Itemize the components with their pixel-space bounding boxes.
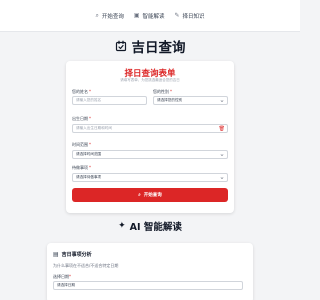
gender-select[interactable]: 请选择您的性别 <box>153 96 228 105</box>
magic-wand-icon: ✦ <box>118 221 126 231</box>
time-range-select[interactable]: 请选择时间范围 <box>72 150 228 159</box>
ai-card-header: ▤ 吉日事项分析 <box>53 251 92 258</box>
brain-icon: ▣ <box>133 11 140 19</box>
nav-item-start-query[interactable]: ⌕ 开始查询 <box>95 12 123 20</box>
ai-section-title-row: ✦ AI 智能解读 <box>0 219 300 233</box>
birth-placeholder: 请输入出生日期和时间 <box>76 126 112 130</box>
page-title-row: 吉日查询 <box>0 36 300 56</box>
date-select-value: 请选择日期 <box>57 283 75 287</box>
nav-item-label: 智能解读 <box>142 13 165 20</box>
nav-item-ai-interpret[interactable]: ▣ 智能解读 <box>134 12 165 20</box>
date-select[interactable]: 请选择日期 <box>53 281 243 290</box>
birth-input[interactable]: 请输入出生日期和时间 🗑 <box>72 124 228 133</box>
ai-card-description: 为什么事项在不适合/不适合特定日期 <box>53 263 119 268</box>
ai-analysis-card: ▤ 吉日事项分析 为什么事项在不适合/不适合特定日期 选择日期* 请选择日期 <box>47 243 253 300</box>
chevron-down-icon <box>220 177 224 179</box>
gender-label: 您的性别* <box>153 89 172 94</box>
event-select[interactable]: 请选择待做事项 <box>72 173 228 182</box>
ai-card-title: 吉日事项分析 <box>61 252 92 258</box>
submit-query-button[interactable]: ⌕ 开始查询 <box>72 188 228 202</box>
page-title: 吉日查询 <box>131 40 186 56</box>
pen-icon: ✎ <box>174 11 180 19</box>
time-range-value: 请选择时间范围 <box>76 152 102 156</box>
time-range-label: 时间范围* <box>72 142 91 147</box>
search-icon: ⌕ <box>95 11 99 19</box>
search-icon: ⌕ <box>138 193 141 198</box>
form-subtitle: 请填写表单，为您挑选最适合您的吉日 <box>120 78 180 82</box>
name-placeholder: 请输入您的姓名 <box>76 98 102 102</box>
ai-section-title: AI 智能解读 <box>129 222 182 233</box>
submit-label: 开始查询 <box>143 193 162 198</box>
query-form-card: 择日查询表单 请填写表单，为您挑选最适合您的吉日 您的姓名* 请输入您的姓名 您… <box>66 61 234 213</box>
document-icon: ▤ <box>53 250 59 258</box>
birth-label: 出生日期* <box>72 116 91 121</box>
nav-item-knowledge[interactable]: ✎ 择日知识 <box>175 12 205 20</box>
date-select-label: 选择日期* <box>53 274 71 279</box>
event-value: 请选择待做事项 <box>76 175 102 179</box>
trash-icon[interactable]: 🗑 <box>219 126 225 132</box>
name-label: 您的姓名* <box>72 89 91 94</box>
gender-value: 请选择您的性别 <box>157 98 183 102</box>
calendar-check-icon <box>115 40 126 52</box>
name-input[interactable]: 请输入您的姓名 <box>72 96 147 105</box>
top-nav: ⌕ 开始查询 ▣ 智能解读 ✎ 择日知识 <box>0 0 300 32</box>
chevron-down-icon <box>220 154 224 156</box>
nav-item-label: 择日知识 <box>182 13 205 20</box>
chevron-down-icon <box>220 100 224 102</box>
nav-item-label: 开始查询 <box>101 13 124 20</box>
event-label: 待做事项* <box>72 165 91 170</box>
